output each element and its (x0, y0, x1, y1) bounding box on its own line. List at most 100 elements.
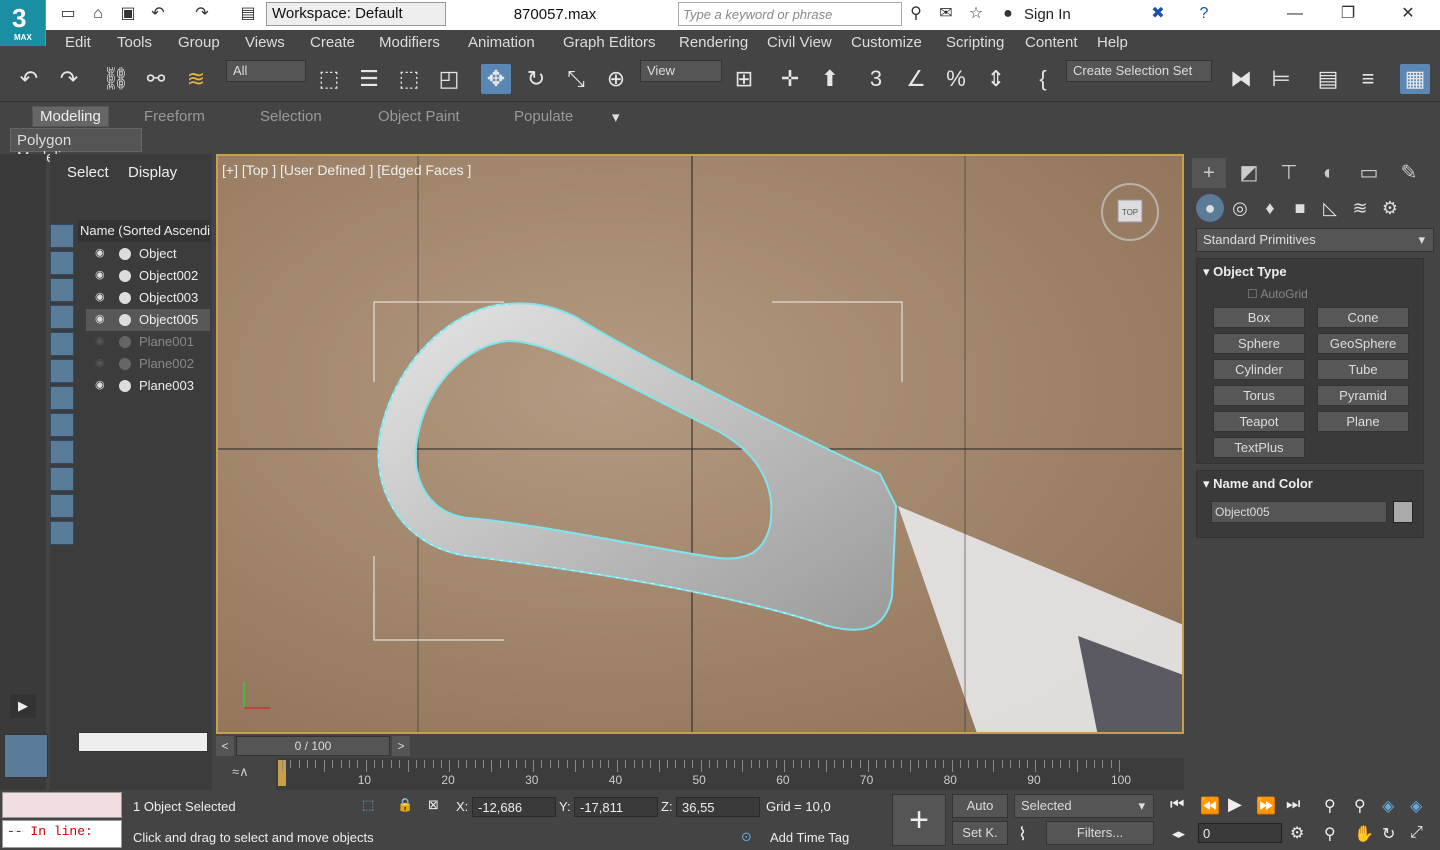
zoom-all-icon[interactable]: ⚲ (1354, 796, 1366, 816)
primitive-button[interactable]: GeoSphere (1317, 333, 1409, 354)
menu-scripting[interactable]: Scripting (946, 34, 1004, 51)
timeline-prev[interactable]: < (216, 736, 234, 756)
align-icon[interactable]: ⊨ (1266, 64, 1296, 94)
visibility-eye-icon[interactable]: ◉ (95, 357, 111, 370)
particles-filter-icon[interactable] (50, 494, 74, 518)
select-object-icon[interactable]: ⬚ (314, 64, 344, 94)
angle-snap-icon[interactable]: ∠ (901, 64, 931, 94)
key-filter-dropdown[interactable]: Selected ▾ (1014, 794, 1154, 818)
ribbon-options-icon[interactable]: ▾ (612, 108, 620, 126)
set-key-icon[interactable]: + (892, 794, 946, 846)
menu-civil-view[interactable]: Civil View (767, 34, 832, 51)
menu-modifiers[interactable]: Modifiers (379, 34, 440, 51)
track-bar[interactable]: 10 20 30 40 50 60 70 80 90 100 (276, 758, 1184, 790)
link-icon[interactable]: ⛓ (101, 64, 131, 94)
isolate-icon[interactable]: ⬚ (362, 797, 374, 813)
new-file-icon[interactable]: ▭ (58, 4, 78, 24)
visibility-eye-icon[interactable]: ◉ (95, 247, 111, 260)
selection-filter-dropdown[interactable]: All (226, 60, 306, 82)
spinner-snap-icon[interactable]: ⇕ (981, 64, 1011, 94)
current-frame-input[interactable]: 0 (1198, 823, 1282, 843)
menu-views[interactable]: Views (245, 34, 285, 51)
communication-icon[interactable]: ✉ (936, 4, 956, 24)
hierarchy-tab-icon[interactable]: ⊤ (1272, 158, 1306, 188)
object-type-title[interactable]: ▾ Object Type (1203, 264, 1287, 280)
create-tab-icon[interactable]: + (1192, 158, 1226, 188)
geometry-filter-icon[interactable] (50, 224, 74, 248)
explorer-row[interactable]: ◉ Plane002 (86, 353, 210, 375)
timeline-next[interactable]: > (392, 736, 410, 756)
time-tag-icon[interactable]: ⊙ (741, 829, 752, 845)
play-icon[interactable]: ▶ (1228, 794, 1242, 815)
mirror-icon[interactable]: ⧓ (1226, 64, 1256, 94)
region-zoom-icon[interactable]: ⚲ (1324, 824, 1336, 844)
absolute-mode-icon[interactable]: ⊠ (428, 797, 439, 813)
zoom-extents-icon[interactable]: ◈ (1382, 796, 1394, 816)
modify-tab-icon[interactable]: ◩ (1232, 158, 1266, 188)
freeze-icon[interactable] (119, 380, 131, 392)
bind-spacewarp-icon[interactable]: ≋ (181, 64, 211, 94)
primitive-button[interactable]: Cylinder (1213, 359, 1305, 380)
user-icon[interactable]: ● (998, 4, 1018, 24)
sign-in-link[interactable]: Sign In (1024, 6, 1071, 23)
freeze-icon[interactable] (119, 358, 131, 370)
help-icon[interactable]: ? (1194, 4, 1214, 24)
explorer-row[interactable]: ◉ Object005 (86, 309, 210, 331)
viewport-layout-icon[interactable] (4, 734, 48, 778)
filters-button[interactable]: Filters... (1046, 821, 1154, 845)
freeze-icon[interactable] (119, 248, 131, 260)
undo-icon[interactable]: ↶ (14, 64, 44, 94)
expand-arrow-icon[interactable]: ▶ (10, 694, 36, 718)
exchange-icon[interactable]: ✖ (1148, 4, 1168, 24)
selection-set-dropdown[interactable]: Create Selection Set (1066, 60, 1212, 82)
visibility-eye-icon[interactable]: ◉ (95, 313, 111, 326)
undo-icon[interactable]: ↶ (148, 4, 168, 24)
tab-modeling[interactable]: Modeling (32, 106, 109, 127)
tab-object-paint[interactable]: Object Paint (378, 108, 460, 125)
time-config-icon[interactable]: ⚙ (1290, 823, 1304, 843)
zoom-icon[interactable]: ⚲ (1324, 796, 1336, 816)
explorer-row[interactable]: ◉ Object002 (86, 265, 210, 287)
orbit-icon[interactable]: ↻ (1382, 824, 1395, 844)
bones-filter-icon[interactable] (50, 440, 74, 464)
explorer-row[interactable]: ◉ Plane003 (86, 375, 210, 397)
maxscript-listener[interactable] (2, 792, 122, 818)
set-key-button[interactable]: Set K. (952, 821, 1008, 845)
y-coordinate-input[interactable]: -17,811 (574, 797, 658, 817)
explorer-scrollbar[interactable] (78, 732, 208, 752)
time-slider[interactable]: 0 / 100 (236, 736, 390, 756)
placement-icon[interactable]: ⊕ (601, 64, 631, 94)
lights-filter-icon[interactable] (50, 278, 74, 302)
visibility-eye-icon[interactable]: ◉ (95, 269, 111, 282)
snaps-toggle-icon[interactable]: 3 (861, 64, 891, 94)
viewport-label[interactable]: [+] [Top ] [User Defined ] [Edged Faces … (222, 162, 471, 178)
close-button[interactable]: ✕ (1398, 4, 1418, 24)
app-logo[interactable]: 3 MAX (0, 0, 46, 46)
freeze-icon[interactable] (119, 292, 131, 304)
select-by-name-icon[interactable]: ☰ (354, 64, 384, 94)
maximize-viewport-icon[interactable]: ⤢ (1410, 824, 1423, 842)
shapes-category-icon[interactable]: ◎ (1226, 194, 1254, 222)
pan-icon[interactable]: ✋ (1354, 824, 1374, 844)
open-file-icon[interactable]: ⌂ (88, 4, 108, 24)
rectangular-region-icon[interactable]: ⬚ (394, 64, 424, 94)
cameras-category-icon[interactable]: ■ (1286, 194, 1314, 222)
menu-edit[interactable]: Edit (65, 34, 91, 51)
visibility-eye-icon[interactable]: ◉ (95, 379, 111, 392)
restore-button[interactable]: ❐ (1338, 4, 1358, 24)
ref-coord-dropdown[interactable]: View (640, 60, 722, 82)
pivot-center-icon[interactable]: ⊞ (729, 64, 759, 94)
menu-group[interactable]: Group (178, 34, 220, 51)
primitive-button[interactable]: Torus (1213, 385, 1305, 406)
project-folder-icon[interactable]: ▤ (238, 4, 258, 24)
tab-selection[interactable]: Selection (260, 108, 322, 125)
viewport-top[interactable]: TOP [+] [Top ] [User Defined ] [Edged Fa… (216, 154, 1184, 734)
freeze-icon[interactable] (119, 314, 131, 326)
spacewarps-filter-icon[interactable] (50, 359, 74, 383)
redo-icon[interactable]: ↷ (54, 64, 84, 94)
primitive-button[interactable]: Tube (1317, 359, 1409, 380)
primitive-button[interactable]: Pyramid (1317, 385, 1409, 406)
layer-explorer-icon[interactable]: ≡ (1353, 64, 1383, 94)
freeze-icon[interactable] (119, 270, 131, 282)
explorer-tab-select[interactable]: Select (67, 164, 109, 181)
